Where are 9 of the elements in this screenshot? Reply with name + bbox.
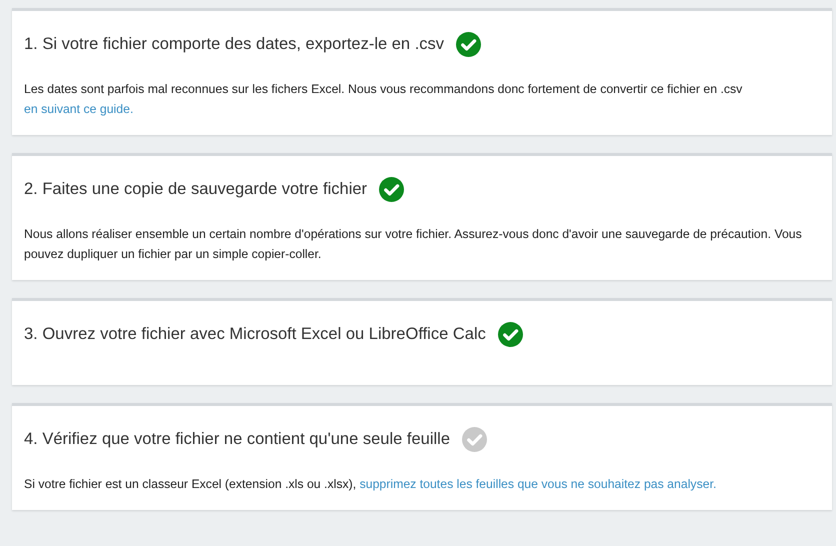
step-title: 4. Vérifiez que votre fichier ne contient qu'une seule feuille	[24, 430, 450, 448]
step-title: 1. Si votre fichier comporte des dates, exportez-le en .csv	[24, 34, 444, 54]
step-description: Si votre fichier est un classeur Excel (extension .xls ou .xlsx), supprimez toutes les feuilles que vous ne souhaitez pas analyser.	[24, 476, 718, 493]
step-title: 2. Faites une copie de sauvegarde votre fichier	[24, 180, 368, 198]
guide-link[interactable]: supprimez toutes les feuilles que vous ne souhaitez pas analyser.	[360, 477, 716, 491]
step-description: Nous allons réaliser ensemble un certain nombre d'opérations sur votre fichier. Assurez-vous donc d'avoir une sauvegarde de précaution. Vous pouvez dupliquer un fichier par un simple copier-coller.	[24, 226, 803, 263]
guide-link[interactable]: en suivant ce guide.	[24, 102, 134, 116]
step-description: Les dates sont parfois mal reconnues sur les fichers Excel. Nous vous recommandons donc fortement de convertir ce fichier en .csv en suivant ce guide.	[24, 81, 744, 118]
step-title: 3. Ouvrez votre fichier avec Microsoft Excel ou LibreOffice Calc	[24, 324, 486, 344]
